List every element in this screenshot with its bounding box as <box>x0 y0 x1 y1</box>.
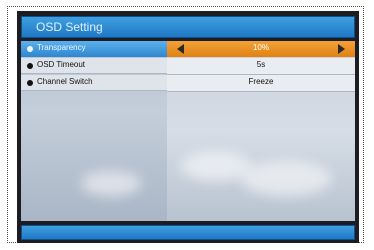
bullet-dot-icon <box>27 80 33 86</box>
setting-value: Freeze <box>248 77 274 86</box>
footer-bar <box>21 225 355 240</box>
page-title: OSD Setting <box>36 20 103 34</box>
osd-screen: OSD Setting Transparency 10% OSD Timeout <box>17 11 359 243</box>
cloud-decoration <box>81 171 141 196</box>
setting-label-cell: OSD Timeout <box>21 58 167 74</box>
setting-label: Channel Switch <box>37 77 93 86</box>
bullet-dot-icon <box>27 63 33 69</box>
setting-value: 5s <box>256 60 266 69</box>
setting-value-cell[interactable]: Freeze <box>167 75 355 92</box>
cloud-decoration <box>241 161 331 196</box>
setting-value: 10% <box>252 43 269 52</box>
setting-label-cell: Channel Switch <box>21 75 167 91</box>
setting-value-cell[interactable]: 5s <box>167 58 355 75</box>
setting-label: OSD Timeout <box>37 60 86 69</box>
setting-label: Transparency <box>37 43 86 52</box>
settings-panel: Transparency 10% OSD Timeout 5s Channel … <box>21 41 355 221</box>
setting-row-channel-switch[interactable]: Channel Switch Freeze <box>21 75 355 92</box>
header-bar: OSD Setting <box>21 16 355 38</box>
setting-label-cell: Transparency <box>21 41 167 57</box>
setting-row-osd-timeout[interactable]: OSD Timeout 5s <box>21 58 355 75</box>
arrow-right-icon[interactable] <box>338 44 345 54</box>
setting-value-cell[interactable]: 10% <box>167 41 355 57</box>
setting-row-transparency[interactable]: Transparency 10% <box>21 41 355 57</box>
bullet-dot-icon <box>27 46 33 52</box>
